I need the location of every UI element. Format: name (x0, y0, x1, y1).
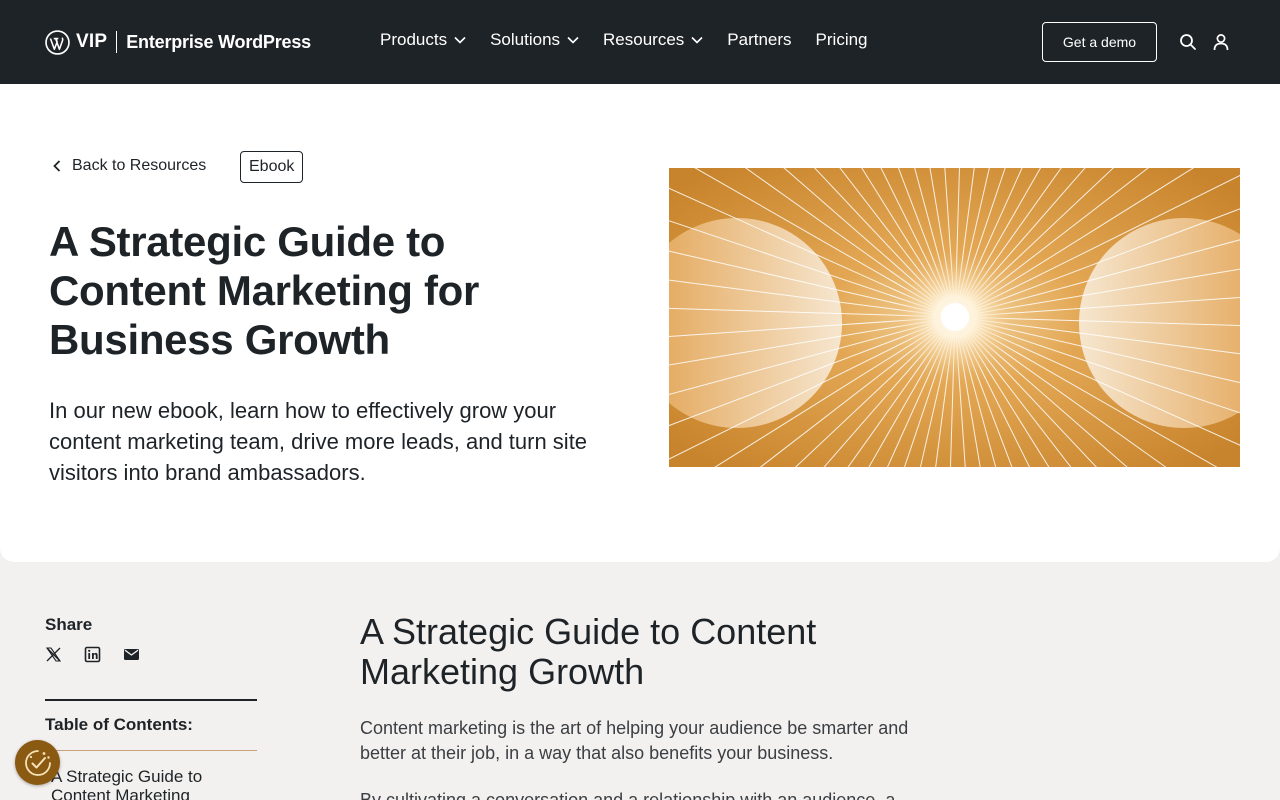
wordpress-logo-icon (45, 29, 70, 55)
share-icons (45, 646, 140, 663)
back-link-label: Back to Resources (72, 157, 207, 174)
nav-item-label: Resources (603, 30, 685, 49)
share-heading: Share (45, 615, 93, 634)
logo-vip-text: VIP (76, 31, 108, 52)
hero-illustration (669, 168, 1240, 467)
chevron-down-icon (567, 36, 579, 44)
toc-heading: Table of Contents: (45, 715, 193, 734)
article-title: A Strategic Guide to Content Marketing G… (360, 611, 817, 692)
nav-item-label: Pricing (815, 30, 868, 49)
cookie-check-icon (24, 749, 51, 776)
nav-item-products[interactable]: Products (380, 30, 466, 50)
toc-item[interactable]: A Strategic Guide to Content Marketing (51, 767, 251, 800)
toc-divider (45, 699, 257, 701)
chevron-down-icon (691, 36, 703, 44)
back-to-resources-link[interactable]: Back to Resources (50, 157, 206, 175)
logo[interactable]: VIP Enterprise WordPress (45, 28, 311, 56)
user-icon[interactable] (1212, 33, 1230, 51)
linkedin-icon[interactable] (84, 646, 101, 663)
nav-item-pricing[interactable]: Pricing (816, 30, 868, 50)
main-nav: Products Solutions Resources Partners Pr… (380, 30, 892, 50)
nav-item-label: Partners (727, 30, 792, 49)
article-paragraph: By cultivating a conversation and a rela… (360, 790, 896, 800)
search-icon[interactable] (1179, 33, 1197, 51)
x-icon[interactable] (45, 646, 62, 663)
article-paragraph: Content marketing is the art of helping … (360, 718, 909, 763)
chevron-down-icon (454, 36, 466, 44)
nav-item-label: Solutions (490, 30, 561, 49)
hero-description: In our new ebook, learn how to effective… (49, 398, 588, 485)
chevron-left-icon (53, 160, 61, 172)
logo-brand-text: Enterprise WordPress (126, 31, 311, 52)
nav-item-resources[interactable]: Resources (603, 30, 703, 50)
toc-divider-thin (45, 750, 257, 751)
site-header: VIP Enterprise WordPress Products Soluti… (0, 0, 1280, 84)
email-icon[interactable] (123, 646, 140, 663)
nav-item-solutions[interactable]: Solutions (490, 30, 579, 50)
nav-item-label: Products (380, 30, 448, 49)
hero-section: Back to Resources Ebook A Strategic Guid… (0, 84, 1280, 562)
logo-separator (116, 31, 118, 53)
nav-item-partners[interactable]: Partners (727, 30, 791, 50)
ebook-tag[interactable]: Ebook (240, 151, 304, 183)
cookie-consent-button[interactable] (15, 740, 60, 785)
get-a-demo-button[interactable]: Get a demo (1042, 22, 1157, 62)
page-title: A Strategic Guide to Content Marketing f… (49, 218, 480, 363)
